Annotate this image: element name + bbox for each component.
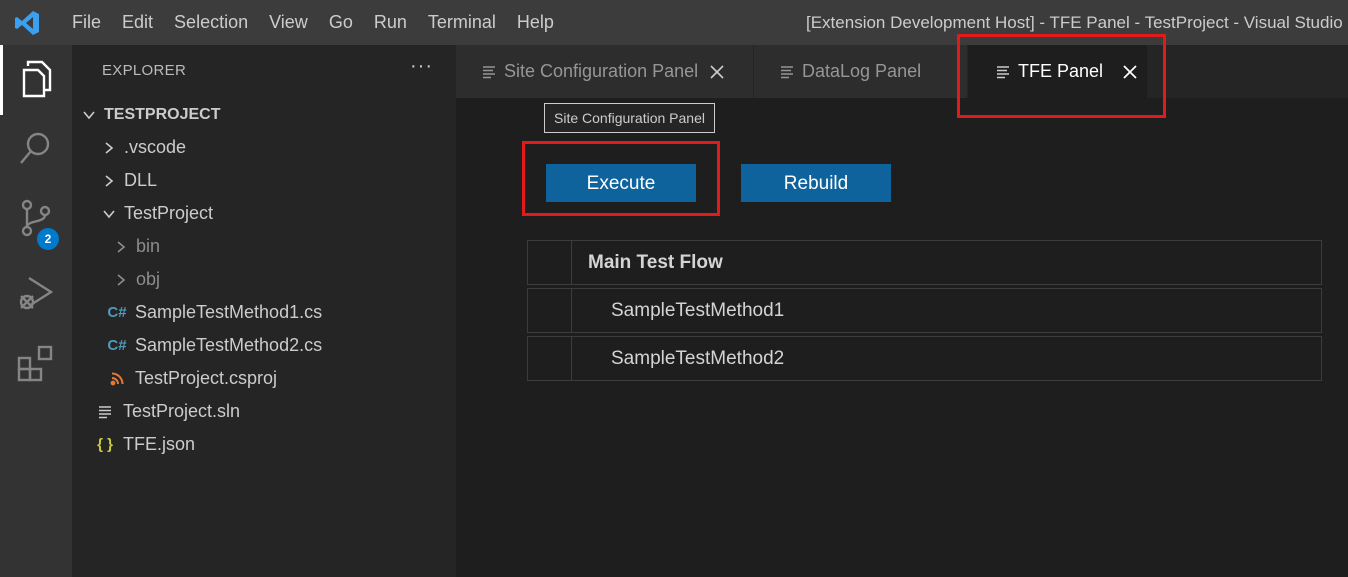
explorer-header: EXPLORER (102, 62, 187, 79)
chevron-down-icon (80, 106, 98, 124)
tree-item-sampletestmethod2[interactable]: C# SampleTestMethod2.cs (72, 329, 492, 362)
flow-row[interactable]: SampleTestMethod1 (527, 288, 1322, 333)
preview-icon (482, 65, 496, 79)
tab-label: DataLog Panel (802, 61, 922, 81)
tree-item-dll[interactable]: DLL (72, 164, 484, 197)
tree-item-csproj[interactable]: TestProject.csproj (72, 362, 492, 395)
source-control-activity-button[interactable] (0, 185, 72, 255)
flow-item-label: SampleTestMethod1 (611, 299, 785, 321)
json-braces-icon: { } (97, 436, 113, 453)
explorer-sidebar: EXPLORER ··· TESTPROJECT .vscode DLL Tes… (72, 45, 456, 577)
rebuild-button[interactable]: Rebuild (741, 164, 891, 202)
menu-file[interactable]: File (62, 12, 112, 33)
tab-tooltip: Site Configuration Panel (544, 103, 715, 133)
row-handle (528, 241, 572, 284)
search-icon (18, 130, 54, 171)
tree-item-label: TestProject (124, 203, 214, 223)
tree-item-label: SampleTestMethod1.cs (135, 302, 323, 322)
menu-run[interactable]: Run (364, 12, 418, 33)
tree-item-bin[interactable]: bin (72, 230, 496, 263)
tree-item-label: SampleTestMethod2.cs (135, 335, 323, 355)
chevron-down-icon (100, 205, 118, 223)
lines-icon (96, 405, 114, 419)
tree-item-label: obj (136, 269, 161, 289)
extensions-activity-button[interactable] (0, 330, 72, 400)
tree-item-obj[interactable]: obj (72, 263, 496, 296)
tree-item-tfe-json[interactable]: { } TFE.json (72, 428, 480, 461)
rss-icon (108, 372, 126, 386)
project-name: TESTPROJECT (104, 105, 221, 123)
activity-bar: 2 (0, 45, 72, 577)
close-icon[interactable] (710, 64, 724, 79)
chevron-right-icon (112, 271, 130, 289)
flow-row[interactable]: SampleTestMethod2 (527, 336, 1322, 381)
menu-help[interactable]: Help (507, 12, 565, 33)
tree-item-label: TestProject.csproj (135, 368, 278, 388)
chevron-right-icon (100, 139, 118, 157)
tree-item-vscode[interactable]: .vscode (72, 131, 484, 164)
menu-go[interactable]: Go (319, 12, 364, 33)
run-debug-activity-button[interactable] (0, 260, 72, 330)
explorer-activity-button[interactable] (0, 45, 72, 115)
preview-icon (780, 65, 794, 79)
menu-selection[interactable]: Selection (164, 12, 259, 33)
chevron-right-icon (100, 172, 118, 190)
csharp-icon: C# (107, 337, 127, 354)
flow-item-label: SampleTestMethod2 (611, 347, 785, 369)
search-activity-button[interactable] (0, 115, 72, 185)
menu-view[interactable]: View (259, 12, 319, 33)
tab-site-configuration-panel[interactable]: Site Configuration Panel (456, 45, 754, 98)
menu-edit[interactable]: Edit (112, 12, 164, 33)
flow-header-label: Main Test Flow (588, 251, 723, 273)
vscode-logo-icon (14, 10, 40, 36)
source-control-badge: 2 (37, 228, 59, 250)
tree-item-sampletestmethod1[interactable]: C# SampleTestMethod1.cs (72, 296, 492, 329)
files-icon (20, 58, 56, 103)
tree-item-label: .vscode (124, 137, 187, 157)
tab-label: Site Configuration Panel (504, 61, 699, 81)
tab-highlight-box (957, 34, 1166, 118)
menu-bar: File Edit Selection View Go Run Terminal… (62, 12, 565, 33)
row-handle (528, 337, 572, 380)
execute-highlight-box (522, 141, 720, 216)
tree-item-label: TFE.json (123, 434, 196, 454)
flow-header-row[interactable]: Main Test Flow (527, 240, 1322, 285)
tab-datalog-panel[interactable]: DataLog Panel (754, 45, 968, 98)
tree-item-label: bin (136, 236, 161, 256)
tree-item-testproject-folder[interactable]: TestProject (72, 197, 484, 230)
run-debug-icon (17, 274, 55, 317)
more-actions-icon[interactable]: ··· (410, 55, 433, 78)
tree-item-sln[interactable]: TestProject.sln (72, 395, 480, 428)
menu-terminal[interactable]: Terminal (418, 12, 507, 33)
csharp-icon: C# (107, 304, 127, 321)
row-handle (528, 289, 572, 332)
editor-tab-bar: Site Configuration Panel DataLog Panel T… (456, 45, 1348, 98)
project-root[interactable]: TESTPROJECT (72, 98, 464, 131)
tree-item-label: DLL (124, 170, 158, 190)
chevron-right-icon (112, 238, 130, 256)
extensions-icon (17, 344, 55, 387)
tree-item-label: TestProject.sln (123, 401, 241, 421)
